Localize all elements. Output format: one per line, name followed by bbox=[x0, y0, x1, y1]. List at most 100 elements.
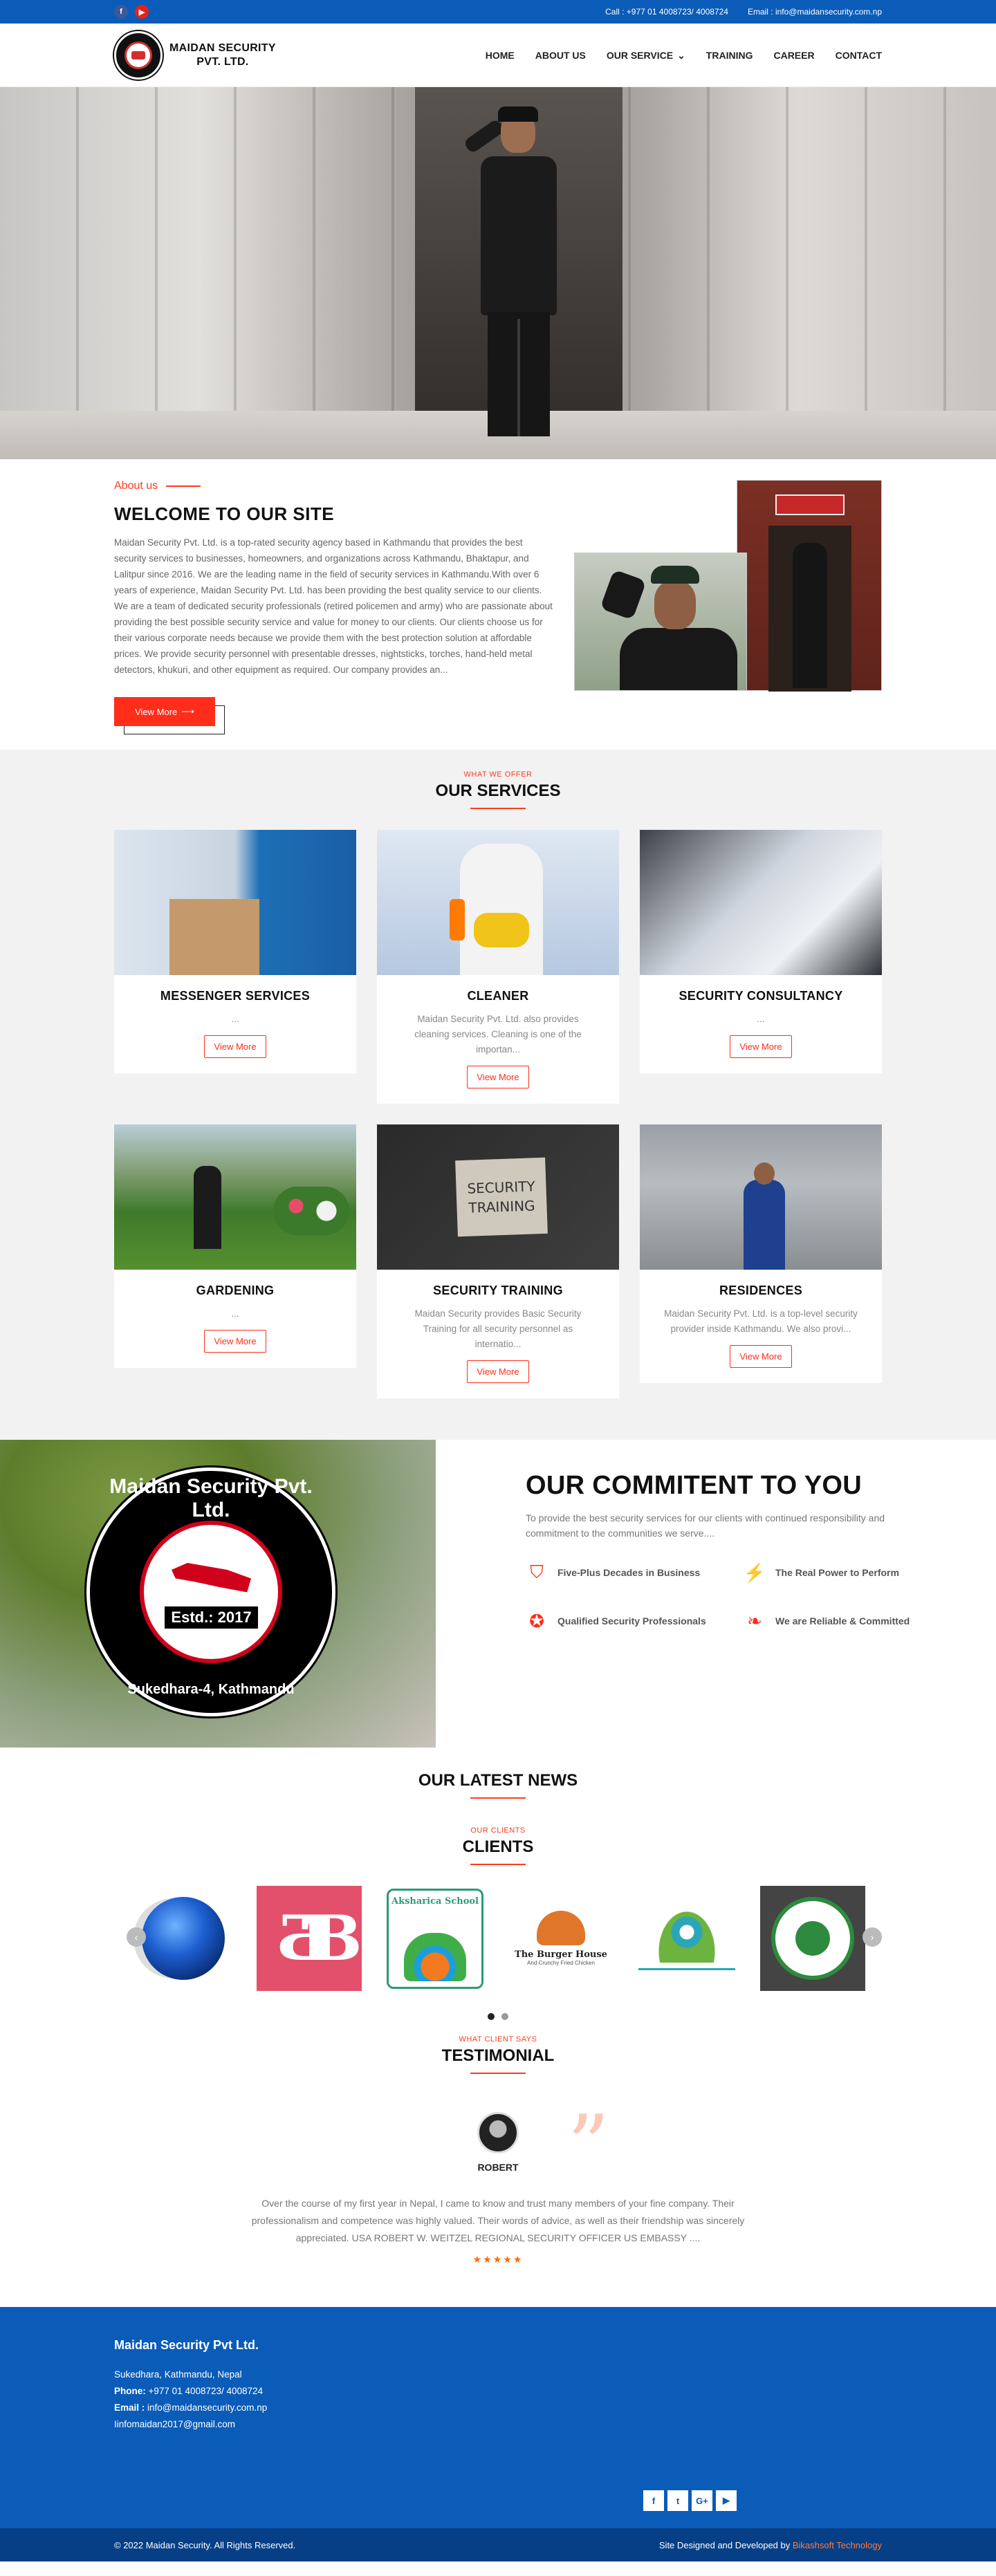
client-logo-akshanika[interactable]: Aksharica School bbox=[382, 1886, 488, 1991]
footer-email-row: Email : info@maidansecurity.com.np bbox=[114, 2400, 882, 2416]
copyright-text: © 2022 Maidan Security. All Rights Reser… bbox=[114, 2539, 296, 2550]
carousel-prev-button[interactable]: ‹ bbox=[127, 1927, 146, 1947]
top-call[interactable]: Call : +977 01 4008723/ 4008724 bbox=[605, 7, 728, 17]
services-section: WHAT WE OFFER OUR SERVICES MESSENGER SER… bbox=[0, 750, 996, 1440]
star-rating: ★★★★★ bbox=[472, 2254, 524, 2265]
shield-icon: ⛉ bbox=[530, 1562, 544, 1582]
site-logo[interactable]: MAIDAN SECURITY PVT. LTD. bbox=[114, 31, 276, 80]
hero-guard-image bbox=[456, 101, 581, 447]
nav-contact[interactable]: CONTACT bbox=[836, 50, 882, 62]
youtube-icon[interactable]: ▶ bbox=[716, 2490, 737, 2511]
service-text: Maidan Security provides Basic Security … bbox=[414, 1308, 582, 1349]
services-eyebrow: WHAT WE OFFER bbox=[463, 770, 533, 779]
site-header: MAIDAN SECURITY PVT. LTD. HOME ABOUT US … bbox=[0, 24, 996, 87]
credit-link[interactable]: Bikashsoft Technology bbox=[793, 2540, 882, 2550]
client-logo-burger-subtext: And Crunchy Fried Chicken bbox=[527, 1960, 595, 1966]
company-badge-logo: Maidan Security Pvt. Ltd. Estd.: 2017 Su… bbox=[86, 1467, 335, 1716]
service-image bbox=[640, 1124, 882, 1270]
about-photo-guard bbox=[574, 553, 747, 691]
arrow-right-icon: ⟶ bbox=[181, 706, 194, 716]
feature-label: Five-Plus Decades in Business bbox=[557, 1567, 701, 1578]
service-view-more-button[interactable]: View More bbox=[204, 1035, 266, 1058]
about-section: About us WELCOME TO OUR SITE Maidan Secu… bbox=[0, 459, 996, 750]
footer-address: Sukedhara, Kathmandu, Nepal bbox=[114, 2369, 242, 2380]
about-eyebrow: About us bbox=[114, 480, 557, 492]
service-image bbox=[114, 1124, 356, 1270]
testimonial-section: WHAT CLIENT SAYS TESTIMONIAL ” ROBERT Ov… bbox=[0, 2020, 996, 2307]
footer-title: Maidan Security Pvt Ltd. bbox=[114, 2338, 259, 2352]
carousel-dot[interactable] bbox=[501, 2013, 508, 2020]
footer-email2[interactable]: Iinfomaidan2017@gmail.com bbox=[114, 2416, 882, 2433]
service-image bbox=[377, 830, 619, 975]
service-view-more-button[interactable]: View More bbox=[467, 1066, 529, 1088]
service-view-more-button[interactable]: View More bbox=[204, 1330, 266, 1353]
bottom-bar: © 2022 Maidan Security. All Rights Reser… bbox=[0, 2528, 996, 2561]
service-title: MESSENGER SERVICES bbox=[160, 989, 311, 1003]
nav-our-service[interactable]: OUR SERVICE ⌄ bbox=[607, 50, 685, 62]
nav-home[interactable]: HOME bbox=[486, 50, 515, 62]
service-image bbox=[114, 830, 356, 975]
services-title: OUR SERVICES bbox=[435, 781, 561, 800]
service-view-more-button[interactable]: View More bbox=[467, 1360, 529, 1383]
commitment-title: OUR COMMITENT TO YOU bbox=[526, 1471, 862, 1500]
feature-item: ⛉ Five-Plus Decades in Business bbox=[526, 1562, 744, 1584]
feature-item: ❧ We are Reliable & Committed bbox=[744, 1610, 923, 1632]
hero-banner bbox=[0, 87, 996, 459]
logo-text: MAIDAN SECURITY PVT. LTD. bbox=[169, 41, 276, 69]
chevron-left-icon: ‹ bbox=[134, 1931, 138, 1943]
client-logo-burger-house[interactable]: The Burger House And Crunchy Fried Chick… bbox=[508, 1886, 614, 1991]
nav-career[interactable]: CAREER bbox=[773, 50, 814, 62]
youtube-icon[interactable]: ▶ bbox=[135, 5, 149, 19]
service-view-more-button[interactable]: View More bbox=[730, 1035, 792, 1058]
client-logo-akshanika-text: Aksharica School bbox=[391, 1896, 479, 1907]
facebook-icon[interactable]: f bbox=[114, 5, 128, 19]
service-text: ... bbox=[231, 1308, 239, 1319]
google-plus-icon[interactable]: G+ bbox=[692, 2490, 712, 2511]
service-title: SECURITY TRAINING bbox=[433, 1284, 563, 1297]
testimonial-title: TESTIMONIAL bbox=[441, 2046, 555, 2065]
client-logo-db[interactable]: ƋƁ bbox=[257, 1886, 362, 1991]
service-title: RESIDENCES bbox=[719, 1284, 803, 1297]
nav-training[interactable]: TRAINING bbox=[706, 50, 753, 62]
service-title: SECURITY CONSULTANCY bbox=[679, 989, 843, 1003]
client-logo-cooperative[interactable] bbox=[760, 1886, 865, 1991]
about-view-more-button[interactable]: View More ⟶ bbox=[114, 697, 225, 734]
top-contact: Call : +977 01 4008723/ 4008724 Email : … bbox=[605, 7, 882, 17]
badge-top-text: Maidan Security Pvt. Ltd. bbox=[109, 1475, 313, 1521]
service-title: GARDENING bbox=[196, 1284, 275, 1297]
footer-email[interactable]: info@maidansecurity.com.np bbox=[147, 2402, 267, 2413]
news-title: OUR LATEST NEWS bbox=[418, 1771, 578, 1790]
nav-about[interactable]: ABOUT US bbox=[535, 50, 586, 62]
client-logo-burger-text: The Burger House bbox=[515, 1949, 607, 1960]
training-sign-line1: SECURITY bbox=[467, 1178, 535, 1197]
client-logo-lotus[interactable] bbox=[634, 1886, 739, 1991]
service-card: GARDENING ... View More bbox=[114, 1124, 356, 1368]
facebook-icon[interactable]: f bbox=[643, 2490, 664, 2511]
service-card: CLEANER Maidan Security Pvt. Ltd. also p… bbox=[377, 830, 619, 1104]
commitment-features: ⛉ Five-Plus Decades in Business ⚡ The Real… bbox=[526, 1562, 996, 1632]
logo-line1: MAIDAN SECURITY bbox=[169, 42, 276, 54]
feature-label: The Real Power to Perform bbox=[775, 1567, 899, 1578]
service-text: Maidan Security Pvt. Ltd. also provides … bbox=[414, 1014, 582, 1055]
client-logo-globe[interactable] bbox=[131, 1886, 236, 1991]
service-image: SECURITY TRAINING bbox=[377, 1124, 619, 1270]
logo-emblem bbox=[114, 31, 163, 80]
carousel-next-button[interactable]: › bbox=[863, 1927, 882, 1947]
carousel-dot[interactable] bbox=[488, 2013, 495, 2020]
feature-label: Qualified Security Professionals bbox=[557, 1615, 706, 1627]
twitter-icon[interactable]: t bbox=[667, 2490, 688, 2511]
top-social-links: f ▶ bbox=[114, 5, 149, 19]
footer-phone[interactable]: +977 01 4008723/ 4008724 bbox=[149, 2386, 264, 2396]
credit-label: Site Designed and Developed by bbox=[658, 2539, 791, 2550]
top-email[interactable]: Email : info@maidansecurity.com.np bbox=[748, 7, 882, 17]
service-view-more-button[interactable]: View More bbox=[730, 1345, 792, 1368]
service-title: CLEANER bbox=[467, 989, 529, 1003]
handshake-icon: ❧ bbox=[747, 1610, 762, 1631]
about-view-more-label: View More bbox=[135, 706, 178, 717]
footer-social-links: f t G+ ▶ bbox=[643, 2490, 737, 2511]
service-card: MESSENGER SERVICES ... View More bbox=[114, 830, 356, 1073]
about-photo-office bbox=[737, 480, 882, 692]
news-section: OUR LATEST NEWS bbox=[0, 1748, 996, 1813]
quote-icon: ” bbox=[567, 2098, 610, 2194]
clients-title: CLIENTS bbox=[462, 1837, 534, 1856]
